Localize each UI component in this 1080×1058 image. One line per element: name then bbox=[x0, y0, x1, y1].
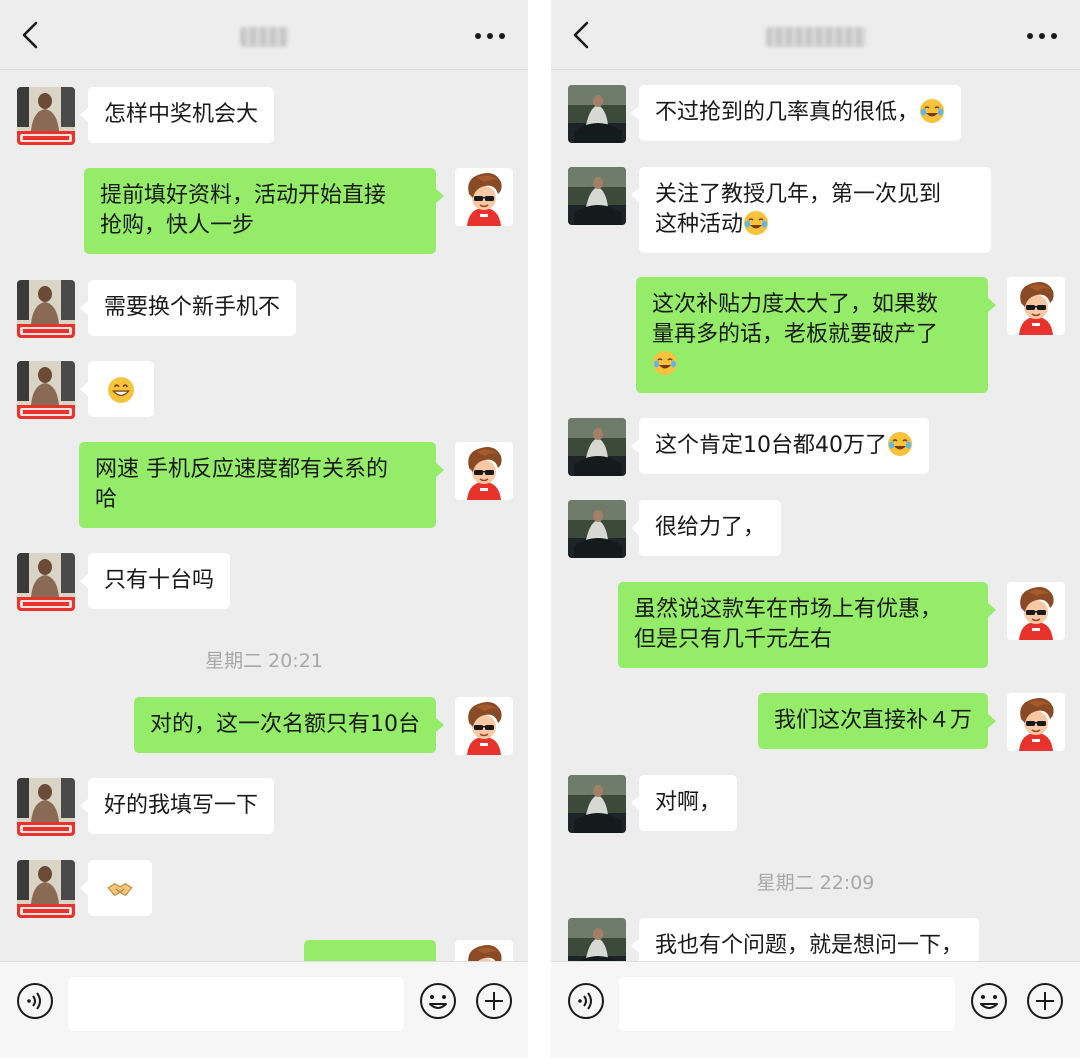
avatar[interactable] bbox=[17, 553, 75, 611]
laugh-cry-emoji-icon bbox=[743, 210, 769, 236]
message-bubble[interactable]: 不过抢到的几率真的很低， bbox=[630, 85, 962, 141]
message-text: 这个肯定10台都40万了 bbox=[655, 433, 887, 458]
avatar[interactable] bbox=[568, 500, 626, 558]
back-button[interactable] bbox=[14, 18, 48, 52]
message-line: 这种活动 bbox=[655, 212, 744, 237]
message-bubble[interactable]: 怎样中奖机会大 bbox=[79, 87, 275, 143]
chat-panel-right: 不过抢到的几率真的很低， 关注了教授几年，第一次见到 这种活动 这次补贴力度太大了… bbox=[551, 0, 1080, 1058]
chevron-left-icon bbox=[573, 21, 589, 49]
avatar[interactable] bbox=[455, 442, 513, 500]
avatar[interactable] bbox=[455, 940, 513, 961]
avatar[interactable] bbox=[568, 167, 626, 225]
voice-button[interactable] bbox=[567, 982, 605, 1020]
back-button[interactable] bbox=[565, 18, 599, 52]
input-bar bbox=[551, 961, 1080, 1058]
more-dots-icon bbox=[475, 33, 505, 39]
avatar[interactable] bbox=[568, 918, 626, 961]
message-line: 关注了教授几年，第一次见到 bbox=[655, 182, 942, 207]
message-bubble[interactable]: 只有十台吗 bbox=[79, 553, 231, 609]
message-bubble[interactable]: 关注了教授几年，第一次见到 这种活动 bbox=[631, 167, 991, 253]
message-bubble[interactable] bbox=[80, 361, 154, 417]
message-input[interactable] bbox=[68, 977, 404, 1031]
plus-button[interactable] bbox=[1026, 982, 1064, 1020]
message-line: 量再多的话，老板就要破产了 bbox=[652, 322, 939, 347]
chevron-left-icon bbox=[22, 21, 38, 49]
message-line: 这次补贴力度太大了，如果数 bbox=[652, 292, 939, 317]
avatar[interactable] bbox=[568, 418, 626, 476]
avatar[interactable] bbox=[17, 778, 75, 836]
message-bubble-partial[interactable] bbox=[304, 940, 444, 961]
avatar[interactable] bbox=[1007, 582, 1065, 640]
avatar[interactable] bbox=[455, 697, 513, 755]
message-text: 不过抢到的几率真的很低， bbox=[655, 100, 920, 125]
timestamp: 星期二 20:21 bbox=[205, 650, 323, 672]
emoji-button[interactable] bbox=[419, 982, 457, 1020]
chat-title-blurred bbox=[765, 27, 866, 47]
more-button[interactable] bbox=[1024, 22, 1060, 50]
avatar[interactable] bbox=[1007, 693, 1065, 751]
message-line: 但是只有几千元左右 bbox=[634, 627, 833, 652]
handshake-emoji-icon bbox=[106, 875, 134, 903]
chat-panel-left: 怎样中奖机会大 提前填好资料，活动开始直接 抢购，快人一步 需要换个新手机不 网速… bbox=[0, 0, 528, 1058]
emoji-button[interactable] bbox=[970, 982, 1008, 1020]
message-bubble[interactable]: 提前填好资料，活动开始直接 抢购，快人一步 bbox=[84, 168, 444, 254]
avatar[interactable] bbox=[17, 860, 75, 918]
avatar[interactable] bbox=[568, 85, 626, 143]
voice-button[interactable] bbox=[16, 982, 54, 1020]
timestamp: 星期二 22:09 bbox=[756, 872, 875, 894]
avatar[interactable] bbox=[568, 775, 626, 833]
more-button[interactable] bbox=[472, 22, 508, 50]
message-bubble[interactable] bbox=[80, 860, 152, 916]
message-line: 网速 手机反应速度都有关系的 bbox=[95, 457, 388, 482]
message-bubble[interactable]: 网速 手机反应速度都有关系的哈 bbox=[79, 442, 444, 528]
message-bubble[interactable]: 好的我填写一下 bbox=[79, 778, 275, 834]
plus-icon bbox=[476, 983, 512, 1019]
nav-bar bbox=[551, 0, 1080, 70]
message-bubble[interactable]: 很给力了， bbox=[630, 500, 782, 556]
emoji-smile-icon bbox=[420, 983, 456, 1019]
grin-emoji-icon bbox=[107, 376, 135, 404]
message-input[interactable] bbox=[619, 977, 955, 1031]
plus-button[interactable] bbox=[475, 982, 513, 1020]
message-bubble[interactable]: 我们这次直接补４万 bbox=[757, 693, 997, 749]
message-line: 抢购，快人一步 bbox=[100, 213, 255, 238]
chat-title-blurred bbox=[240, 27, 288, 47]
nav-bar bbox=[0, 0, 528, 70]
laugh-cry-emoji-icon bbox=[887, 431, 913, 457]
message-bubble[interactable]: 需要换个新手机不 bbox=[79, 280, 297, 336]
message-line: 哈 bbox=[95, 487, 118, 512]
message-bubble[interactable]: 对啊， bbox=[630, 775, 738, 831]
message-list[interactable]: 不过抢到的几率真的很低， 关注了教授几年，第一次见到 这种活动 这次补贴力度太大了… bbox=[551, 71, 1080, 961]
avatar[interactable] bbox=[17, 280, 75, 338]
laugh-cry-emoji-icon bbox=[919, 98, 945, 124]
message-bubble[interactable]: 我也有个问题，就是想问一下， bbox=[630, 918, 980, 961]
input-bar bbox=[0, 961, 528, 1058]
avatar[interactable] bbox=[1007, 277, 1065, 335]
plus-icon bbox=[1027, 983, 1063, 1019]
message-bubble[interactable]: 这个肯定10台都40万了 bbox=[631, 418, 929, 474]
voice-icon bbox=[568, 983, 604, 1019]
message-bubble[interactable]: 这次补贴力度太大了，如果数 量再多的话，老板就要破产了 bbox=[636, 277, 996, 393]
message-bubble[interactable]: 对的，这一次名额只有10台 bbox=[134, 697, 444, 753]
message-bubble[interactable]: 虽然说这款车在市场上有优惠， 但是只有几千元左右 bbox=[618, 582, 996, 668]
avatar[interactable] bbox=[17, 87, 75, 145]
message-line: 提前填好资料，活动开始直接 bbox=[100, 183, 387, 208]
message-line: 虽然说这款车在市场上有优惠， bbox=[634, 597, 943, 622]
emoji-smile-icon bbox=[971, 983, 1007, 1019]
more-dots-icon bbox=[1027, 33, 1057, 39]
avatar[interactable] bbox=[455, 168, 513, 226]
laugh-cry-emoji-icon bbox=[652, 350, 678, 376]
avatar[interactable] bbox=[17, 361, 75, 419]
message-list[interactable]: 怎样中奖机会大 提前填好资料，活动开始直接 抢购，快人一步 需要换个新手机不 网速… bbox=[0, 71, 528, 961]
voice-icon bbox=[17, 983, 53, 1019]
